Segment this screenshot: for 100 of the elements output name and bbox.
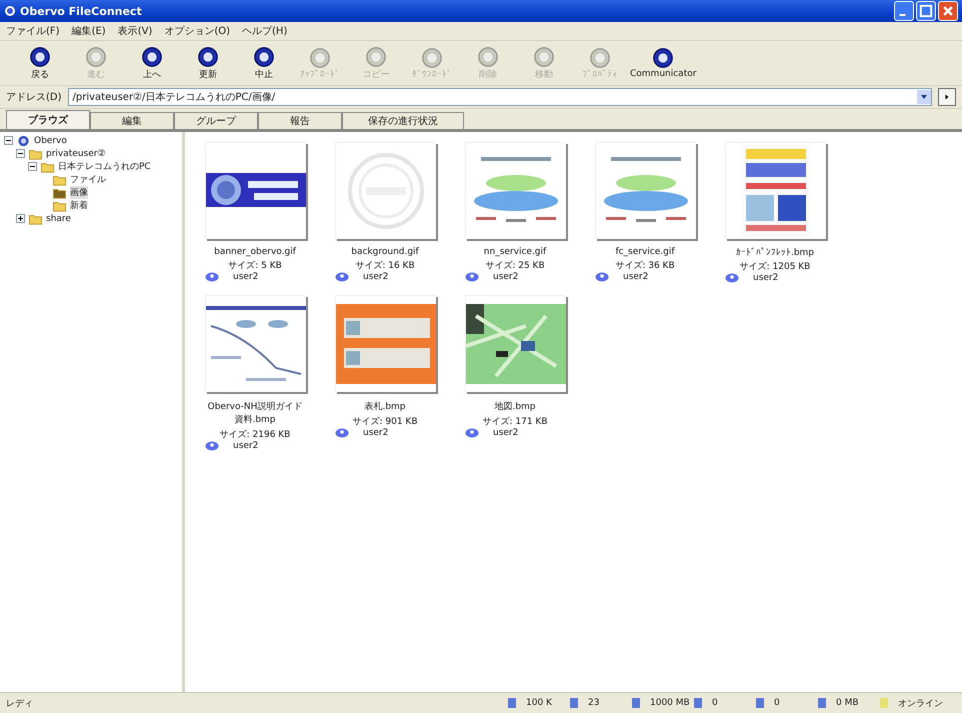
tab[interactable]: 報告 — [258, 112, 342, 129]
user-name: user2 — [623, 272, 648, 282]
address-label: アドレス(D) — [6, 91, 62, 104]
globe-icon — [16, 134, 31, 146]
expander-icon[interactable] — [4, 136, 13, 145]
status-value: 23 — [588, 698, 600, 708]
expander-icon[interactable] — [16, 214, 25, 223]
file-size: サイズ: 171 KB — [482, 416, 548, 428]
menu-item[interactable]: ヘルプ(H) — [242, 24, 288, 38]
status-icon — [754, 697, 766, 709]
expander-icon[interactable] — [28, 162, 37, 171]
user-name: user2 — [363, 272, 388, 282]
address-field[interactable]: /privateuser②/日本テレコムうれのPC/画像/ — [68, 88, 932, 106]
status-value: 0 MB — [836, 698, 859, 708]
tab[interactable]: 保存の進行状況 — [342, 112, 464, 129]
user-name: user2 — [233, 441, 258, 451]
expander-icon[interactable] — [16, 149, 25, 158]
status-icon — [506, 697, 518, 709]
round-icon — [85, 46, 107, 68]
folder-icon — [52, 186, 67, 198]
status-value: 1000 MB — [650, 698, 690, 708]
file-name: fc_service.gif — [615, 247, 675, 257]
round-icon — [197, 46, 219, 68]
file-size: サイズ: 1205 KB — [740, 260, 810, 273]
user-icon — [725, 273, 739, 283]
file-name: 表札.bmp — [364, 400, 406, 413]
go-button[interactable] — [938, 88, 956, 106]
user-name: user2 — [493, 272, 518, 282]
user-name: user2 — [233, 272, 258, 282]
toolbar-button[interactable]: 更新 — [182, 46, 234, 80]
menu-item[interactable]: ファイル(F) — [6, 24, 60, 38]
round-icon — [365, 46, 387, 68]
minimize-icon — [899, 14, 906, 16]
round-icon — [421, 46, 443, 68]
toolbar-button[interactable]: Communicator — [630, 47, 696, 79]
minimize-button[interactable] — [894, 1, 914, 21]
menu-item[interactable]: オプション(O) — [164, 24, 230, 38]
maximize-icon — [917, 2, 935, 20]
maximize-button[interactable] — [916, 1, 936, 21]
toolbar-button[interactable]: 上へ — [126, 46, 178, 80]
play-icon — [943, 93, 951, 101]
status-value: 100 K — [526, 698, 552, 708]
round-icon — [477, 46, 499, 68]
tab[interactable]: ブラウズ — [6, 110, 90, 129]
status-icon — [878, 697, 890, 709]
menu-item[interactable]: 編集(E) — [72, 24, 106, 38]
tab[interactable]: グループ — [174, 112, 258, 129]
round-icon — [253, 46, 275, 68]
user-icon — [465, 428, 479, 438]
tree-item[interactable]: privateuser② — [46, 148, 106, 158]
tree-item[interactable]: share — [46, 214, 71, 224]
toolbar-button[interactable]: 戻る — [14, 46, 66, 80]
status-icon — [692, 697, 704, 709]
user-name: user2 — [363, 428, 388, 438]
tree-item[interactable]: 画像 — [70, 186, 88, 199]
user-icon — [335, 428, 349, 438]
round-icon — [589, 46, 611, 68]
file-size: サイズ: 5 KB — [228, 260, 282, 272]
file-size: サイズ: 901 KB — [352, 416, 418, 428]
file-name: ｶｰﾄﾞﾊﾟﾝﾌﾚｯﾄ.bmp — [736, 247, 814, 258]
file-name: nn_service.gif — [484, 247, 546, 257]
user-name: user2 — [753, 273, 778, 283]
user-icon — [205, 441, 219, 451]
user-name: user2 — [493, 428, 518, 438]
file-name: 地図.bmp — [494, 400, 536, 413]
status-text: レディ — [6, 698, 34, 710]
file-size: サイズ: 2196 KB — [220, 428, 290, 441]
status-icon — [816, 697, 828, 709]
toolbar-button[interactable]: 中止 — [238, 46, 290, 80]
tree-item[interactable]: ファイル — [70, 173, 106, 186]
file-size: サイズ: 16 KB — [355, 260, 415, 272]
dropdown-icon[interactable] — [917, 90, 931, 104]
tree-item[interactable]: 新着 — [70, 199, 88, 212]
file-size: サイズ: 25 KB — [485, 260, 545, 272]
close-button[interactable] — [938, 1, 958, 21]
folder-icon — [28, 212, 43, 224]
folder-icon — [28, 148, 43, 160]
file-name: Obervo-NH説明ガイド資料.bmp — [206, 400, 304, 426]
user-icon — [335, 272, 349, 282]
menu-item[interactable]: 表示(V) — [118, 24, 152, 38]
user-icon — [205, 272, 219, 282]
round-icon — [29, 46, 51, 68]
status-icon — [630, 697, 642, 709]
round-icon — [652, 47, 674, 69]
folder-icon — [40, 160, 55, 172]
tab[interactable]: 編集 — [90, 112, 174, 129]
file-name: background.gif — [351, 247, 419, 257]
user-icon — [465, 272, 479, 282]
window-title: Obervo FileConnect — [20, 4, 142, 18]
status-icon — [568, 697, 580, 709]
round-icon — [309, 46, 331, 68]
app-icon — [4, 5, 16, 17]
round-icon — [141, 46, 163, 68]
folder-icon — [52, 174, 67, 186]
tree-item[interactable]: 日本テレコムうれのPC — [58, 160, 151, 173]
user-icon — [595, 272, 609, 282]
folder-icon — [52, 200, 67, 212]
file-size: サイズ: 36 KB — [615, 260, 675, 272]
file-name: banner_obervo.gif — [214, 247, 296, 257]
tree-item[interactable]: Obervo — [34, 136, 67, 146]
